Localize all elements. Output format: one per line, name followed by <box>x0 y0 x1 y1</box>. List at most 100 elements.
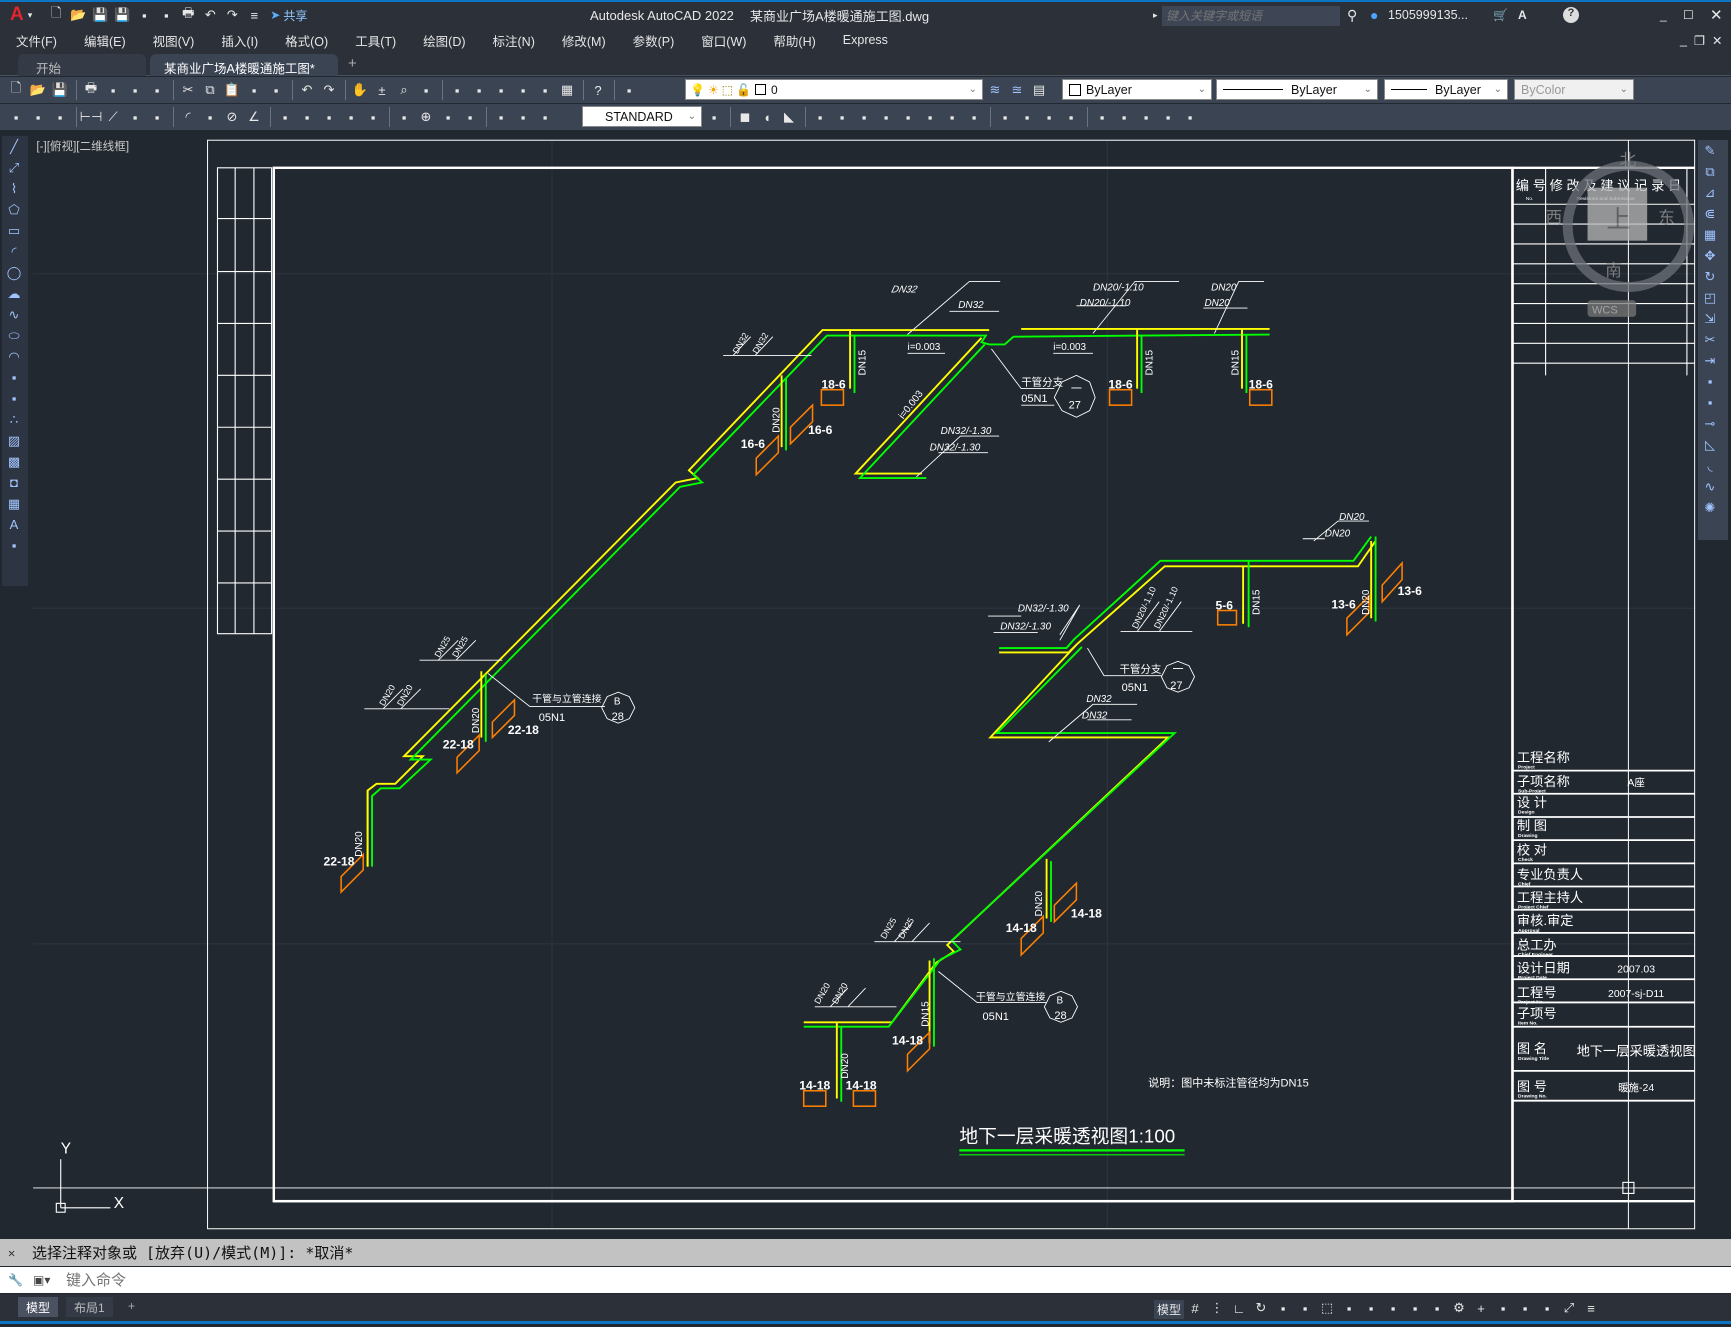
section-icon[interactable]: ▪ <box>1061 107 1081 127</box>
erase-icon[interactable]: ✎ <box>1698 140 1722 161</box>
dim-check-icon[interactable]: ▪ <box>28 107 48 127</box>
menu-edit[interactable]: 编辑(E) <box>84 31 126 50</box>
radius-icon[interactable]: ◜ <box>178 107 198 127</box>
menu-insert[interactable]: 插入(I) <box>221 31 258 50</box>
autodesk-app-icon[interactable]: A <box>1518 8 1527 22</box>
3d-print-icon[interactable]: ▪ <box>147 80 167 100</box>
layer-properties-icon[interactable]: ▪ <box>619 80 639 100</box>
compass-west[interactable]: 西 <box>1546 208 1563 227</box>
transparency-icon[interactable]: ▪ <box>1361 1298 1381 1318</box>
paste-icon[interactable]: 📋 <box>222 80 242 100</box>
chamfer-icon[interactable]: ◺ <box>1698 434 1722 455</box>
extrude-icon[interactable]: ▪ <box>810 107 830 127</box>
scale-icon[interactable]: ◰ <box>1698 287 1722 308</box>
match-properties-icon[interactable]: ▪ <box>244 80 264 100</box>
break-icon[interactable]: ▪ <box>363 107 383 127</box>
tab-model[interactable]: 模型 <box>18 1297 59 1317</box>
sun-icon[interactable]: ☀ <box>708 83 719 97</box>
close-button[interactable]: ✕ <box>1710 6 1723 24</box>
sweep-icon[interactable]: ▪ <box>854 107 874 127</box>
aligned-dim-icon[interactable]: ⟋ <box>103 107 123 127</box>
snap-icon[interactable]: ⋮ <box>1207 1298 1227 1318</box>
maximize-button[interactable]: ☐ <box>1683 8 1694 22</box>
publish-icon[interactable]: ▪ <box>125 80 145 100</box>
units-icon[interactable]: ▪ <box>1493 1298 1513 1318</box>
annotation-visibility-icon[interactable]: ▪ <box>1383 1298 1403 1318</box>
redo-icon[interactable]: ↷ <box>319 80 339 100</box>
drawing-canvas[interactable]: [-][俯视][二维线框] 编 号 修 改 及 建 议 记 录 日 No. Re… <box>0 131 1696 1238</box>
menu-draw[interactable]: 绘图(D) <box>423 31 465 50</box>
lineweight-dropdown[interactable]: ByLayer ⌄ <box>1384 79 1508 100</box>
pan-icon[interactable]: ✋ <box>350 80 370 100</box>
presspull-icon[interactable]: ▪ <box>832 107 852 127</box>
clean-icon[interactable]: ▪ <box>1158 107 1178 127</box>
viewport-controls-label[interactable]: [-][俯视][二维线框] <box>36 139 129 153</box>
menu-help[interactable]: 帮助(H) <box>773 31 815 50</box>
color-dropdown[interactable]: ByLayer ⌄ <box>1062 79 1212 100</box>
new-tab-button[interactable]: + <box>348 55 357 72</box>
arc-length-icon[interactable]: ▪ <box>125 107 145 127</box>
command-close-icon[interactable]: ✕ <box>8 1246 15 1260</box>
tool-palettes-icon[interactable]: ▪ <box>491 80 511 100</box>
zoom-realtime-icon[interactable]: ± <box>372 80 392 100</box>
save-icon[interactable]: 💾 <box>50 80 70 100</box>
fullscreen-icon[interactable]: ⤢ <box>1559 1298 1579 1318</box>
menu-view[interactable]: 视图(V) <box>153 31 195 50</box>
open-icon[interactable]: 📂 <box>28 80 48 100</box>
ortho-icon[interactable]: ∟ <box>1229 1298 1249 1318</box>
open-from-mobile-icon[interactable]: ▪ <box>134 5 154 25</box>
freeze-vp-icon[interactable]: ⬚ <box>722 83 733 97</box>
tab-start[interactable]: 开始 <box>18 54 146 76</box>
undo-icon[interactable]: ↶ <box>200 5 220 25</box>
diameter-icon[interactable]: ⊘ <box>222 107 242 127</box>
workspace-icon[interactable]: ⚙ <box>1449 1298 1469 1318</box>
space-icon[interactable]: ▪ <box>341 107 361 127</box>
quick-properties-icon[interactable]: ▪ <box>1515 1298 1535 1318</box>
help-icon[interactable]: ? <box>588 80 608 100</box>
user-account-menu[interactable]: 1505999135... <box>1388 8 1468 22</box>
save-icon[interactable]: 💾 <box>90 5 110 25</box>
mirror-icon[interactable]: ⊿ <box>1698 182 1722 203</box>
center-mark-icon[interactable]: ⊕ <box>416 107 436 127</box>
osnap-track-icon[interactable]: ▪ <box>1295 1298 1315 1318</box>
doc-close-button[interactable]: ✕ <box>1712 33 1722 48</box>
customize-wrench-icon[interactable]: 🔧 <box>8 1273 23 1287</box>
loft-icon[interactable]: ▪ <box>964 107 984 127</box>
compass-north[interactable]: 北 <box>1620 151 1637 170</box>
text-angle-icon[interactable]: ▪ <box>513 107 533 127</box>
layer-previous-icon[interactable]: ≊ <box>1007 80 1027 100</box>
make-current-icon[interactable]: ≋ <box>985 80 1005 100</box>
angular-icon[interactable]: ∠ <box>244 107 264 127</box>
slice-icon[interactable]: ▪ <box>1039 107 1059 127</box>
customize-icon[interactable]: ≡ <box>244 5 264 25</box>
tab-drawing[interactable]: 某商业广场A楼暖通施工图* × <box>150 54 338 91</box>
menu-modify[interactable]: 修改(M) <box>562 31 606 50</box>
cylinder-icon[interactable]: ◖ <box>757 107 777 127</box>
app-logo-icon[interactable]: A <box>10 4 24 26</box>
stretch-icon[interactable]: ⇲ <box>1698 308 1722 329</box>
inspect-icon[interactable]: ▪ <box>438 107 458 127</box>
tab-layout1[interactable]: 布局1 <box>66 1297 113 1317</box>
linear-dim-icon[interactable]: ⊢⊣ <box>80 107 103 127</box>
new-icon[interactable]: 🗋 <box>46 5 66 25</box>
subtract-icon[interactable]: ▪ <box>898 107 918 127</box>
add-layout-button[interactable]: + <box>120 1297 143 1317</box>
offset-icon[interactable]: ⋐ <box>1698 203 1722 224</box>
calculator-icon[interactable]: ▦ <box>557 80 577 100</box>
plot-icon[interactable]: 🖶 <box>178 5 198 25</box>
save-to-mobile-icon[interactable]: ▪ <box>156 5 176 25</box>
plotstyle-dropdown[interactable]: ByColor ⌄ <box>1514 79 1634 100</box>
menu-parametric[interactable]: 参数(P) <box>633 31 675 50</box>
quick-dim-icon[interactable]: ▪ <box>275 107 295 127</box>
linetype-dropdown[interactable]: ByLayer ⌄ <box>1216 79 1378 100</box>
annotation-scale-icon[interactable]: ▪ <box>1427 1298 1447 1318</box>
new-icon[interactable]: 🗋 <box>6 80 26 100</box>
cart-icon[interactable]: 🛒 <box>1493 8 1508 22</box>
command-input[interactable] <box>66 1271 966 1289</box>
blend-icon[interactable]: ∿ <box>1698 476 1722 497</box>
undo-icon[interactable]: ↶ <box>297 80 317 100</box>
jogged-icon[interactable]: ▪ <box>200 107 220 127</box>
search-input[interactable] <box>1162 6 1340 26</box>
share-button[interactable]: 共享 <box>283 7 307 24</box>
rotate-icon[interactable]: ↻ <box>1698 266 1722 287</box>
